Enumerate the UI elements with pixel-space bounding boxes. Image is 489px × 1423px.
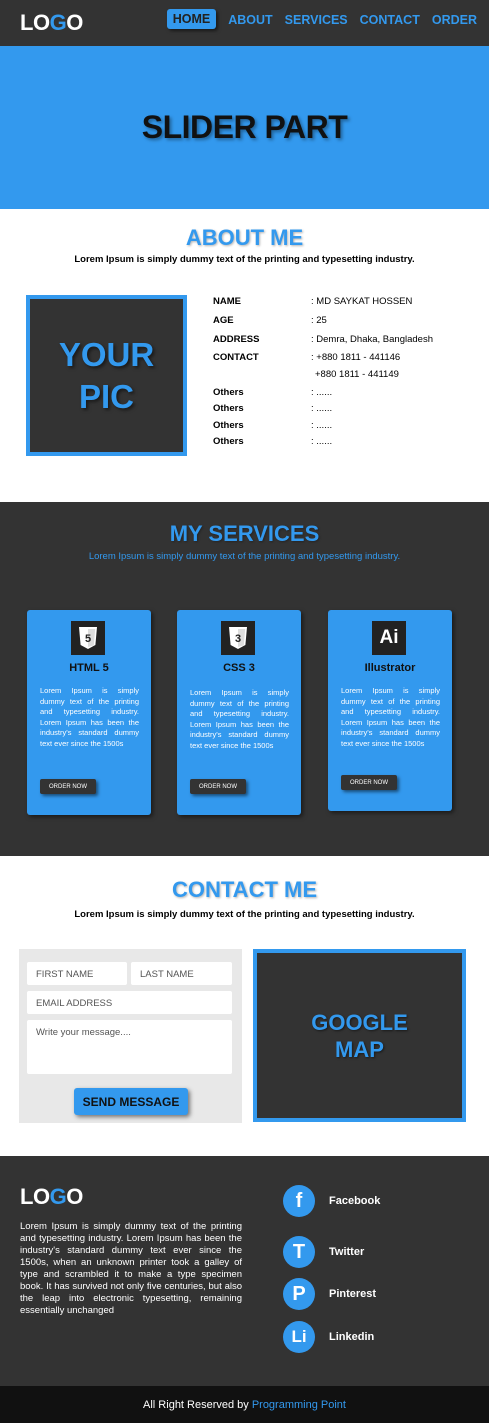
order-now-button[interactable]: ORDER NOW (341, 775, 397, 790)
logo-g: G (49, 10, 67, 35)
social-twitter[interactable]: T Twitter (283, 1236, 364, 1268)
footer: LOGO Lorem Ipsum is simply dummy text of… (0, 1156, 489, 1386)
css3-shield-icon: 3 (229, 627, 247, 649)
info-value: : ...... (311, 420, 333, 431)
map-line-2: MAP (335, 1036, 384, 1062)
illustrator-icon: Ai (372, 621, 406, 655)
order-now-button[interactable]: ORDER NOW (40, 779, 96, 794)
copyright-bar: All Right Reserved by Programming Point (0, 1386, 489, 1423)
html5-icon: 5 (71, 621, 105, 655)
services-title: MY SERVICES (169, 521, 320, 546)
service-card-html5: 5 HTML 5 Lorem Ipsum is simply dummy tex… (27, 610, 151, 815)
send-message-button[interactable]: SEND MESSAGE (74, 1088, 188, 1115)
about-title: ABOUT ME (185, 225, 304, 250)
service-card-title: HTML 5 (69, 662, 109, 674)
contact-subtitle: Lorem Ipsum is simply dummy text of the … (74, 909, 415, 920)
html5-shield-icon: 5 (79, 627, 97, 649)
social-label: Pinterest (329, 1288, 377, 1300)
info-value: : ...... (311, 403, 333, 414)
info-key: ADDRESS (213, 334, 260, 345)
css3-icon-number: 3 (235, 633, 241, 645)
info-value: +880 1811 - 441149 (315, 369, 399, 380)
social-label: Twitter (329, 1246, 365, 1258)
service-card-text: Lorem Ipsum is simply dummy text of the … (190, 688, 289, 750)
info-key: AGE (213, 315, 234, 326)
logo[interactable]: LOGO (20, 10, 83, 36)
contact-title: CONTACT ME (171, 877, 318, 902)
info-key: Others (213, 420, 244, 431)
html5-icon-number: 5 (85, 633, 91, 645)
copyright-text: All Right Reserved by (143, 1398, 249, 1411)
nav-contact[interactable]: CONTACT (360, 13, 420, 29)
service-card-text: Lorem Ipsum is simply dummy text of the … (40, 686, 139, 748)
info-key: NAME (213, 296, 241, 307)
top-navbar: LOGO HOME ABOUT SERVICES CONTACT ORDER (0, 0, 489, 46)
slider-banner: SLIDER PART (0, 46, 489, 209)
social-pinterest[interactable]: P Pinterest (283, 1278, 376, 1310)
social-label: Facebook (329, 1195, 381, 1207)
contact-form: FIRST NAME LAST NAME EMAIL ADDRESS Write… (19, 949, 242, 1123)
pic-line-2: PIC (78, 377, 134, 415)
facebook-icon: f (283, 1185, 315, 1217)
pic-line-1: YOUR (58, 335, 155, 373)
pinterest-icon: P (283, 1278, 315, 1310)
last-name-input[interactable]: LAST NAME (131, 962, 232, 985)
logo-text: LO (20, 10, 50, 35)
logo-o: O (66, 10, 83, 35)
nav-about[interactable]: ABOUT (228, 13, 272, 29)
footer-description: Lorem Ipsum is simply dummy text of the … (20, 1221, 242, 1316)
info-value: : 25 (311, 315, 327, 326)
main-nav: HOME ABOUT SERVICES CONTACT ORDER (155, 9, 477, 29)
footer-logo[interactable]: LOGO (20, 1184, 83, 1210)
profile-picture-placeholder: YOUR PIC (26, 295, 187, 456)
map-line-1: GOOGLE (311, 1009, 408, 1035)
info-key: Others (213, 403, 244, 414)
linkedin-icon: Li (283, 1321, 315, 1353)
twitter-icon: T (283, 1236, 315, 1268)
info-value: : +880 1811 - 441146 (311, 352, 401, 363)
info-value: : ...... (311, 387, 333, 398)
service-card-title: CSS 3 (223, 662, 255, 674)
nav-home[interactable]: HOME (166, 9, 217, 29)
social-label: Linkedin (329, 1331, 375, 1343)
message-textarea[interactable]: Write your message.... (27, 1020, 232, 1074)
services-section: MY SERVICES Lorem Ipsum is simply dummy … (0, 502, 489, 856)
footer-logo-g: G (49, 1184, 67, 1209)
footer-logo-text: LO (20, 1184, 50, 1209)
service-card-text: Lorem Ipsum is simply dummy text of the … (341, 686, 440, 748)
footer-logo-o: O (66, 1184, 83, 1209)
brand-link[interactable]: Programming Point (252, 1399, 346, 1411)
about-subtitle: Lorem Ipsum is simply dummy text of the … (74, 254, 415, 265)
service-card-title: Illustrator (364, 662, 416, 674)
info-key: Others (213, 436, 244, 447)
service-card-illustrator: Ai Illustrator Lorem Ipsum is simply dum… (328, 610, 452, 811)
first-name-input[interactable]: FIRST NAME (27, 962, 127, 985)
nav-order[interactable]: ORDER (432, 13, 477, 29)
slider-title: SLIDER PART (141, 109, 348, 145)
email-input[interactable]: EMAIL ADDRESS (27, 991, 232, 1014)
social-facebook[interactable]: f Facebook (283, 1185, 380, 1217)
order-now-button[interactable]: ORDER NOW (190, 779, 246, 794)
google-map-placeholder: GOOGLE MAP (253, 949, 466, 1122)
service-card-css3: 3 CSS 3 Lorem Ipsum is simply dummy text… (177, 610, 301, 815)
info-value: : MD SAYKAT HOSSEN (311, 296, 413, 307)
services-subtitle: Lorem Ipsum is simply dummy text of the … (88, 551, 401, 562)
info-value: : ...... (311, 436, 333, 447)
info-key: Others (213, 387, 244, 398)
social-linkedin[interactable]: Li Linkedin (283, 1321, 374, 1353)
nav-services[interactable]: SERVICES (285, 13, 348, 29)
css3-icon: 3 (221, 621, 255, 655)
info-value: : Demra, Dhaka, Bangladesh (311, 334, 433, 345)
info-key: CONTACT (213, 352, 259, 363)
